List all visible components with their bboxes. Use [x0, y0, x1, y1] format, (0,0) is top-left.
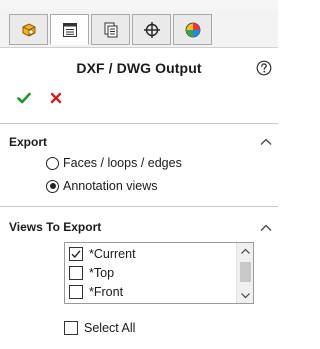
tab-configuration-manager[interactable]: [91, 14, 130, 45]
checkbox[interactable]: [69, 285, 83, 299]
list-item[interactable]: *Front: [69, 283, 123, 301]
display-manager-icon: [185, 22, 200, 37]
radio-annotation-views[interactable]: Annotation views: [46, 178, 158, 194]
radio-faces-loops-edges[interactable]: Faces / loops / edges: [46, 155, 182, 171]
configuration-manager-icon: [104, 22, 117, 37]
checkmark-icon: [71, 250, 81, 259]
dimxpert-manager-icon: [143, 21, 160, 38]
cancel-button[interactable]: [50, 92, 62, 104]
checkbox-checked[interactable]: [69, 247, 83, 261]
tab-feature-manager[interactable]: [9, 14, 48, 45]
property-manager-icon: [62, 22, 77, 37]
collapse-export-chevron-icon[interactable]: [260, 138, 272, 146]
feature-manager-icon: [22, 22, 35, 37]
tab-display-manager[interactable]: [173, 14, 212, 45]
select-all-label: Select All: [84, 321, 136, 335]
radio-button[interactable]: [46, 156, 59, 170]
collapse-views-chevron-icon[interactable]: [260, 224, 272, 232]
radio-label: Faces / loops / edges: [63, 156, 182, 170]
views-section-title: Views To Export: [9, 220, 102, 234]
tab-dimxpert-manager[interactable]: [132, 14, 171, 45]
divider-export: [0, 123, 278, 124]
checkbox[interactable]: [69, 266, 83, 280]
checkbox[interactable]: [64, 321, 78, 335]
scroll-down-arrow-icon[interactable]: [240, 291, 251, 300]
ok-button[interactable]: [17, 92, 31, 104]
tab-property-manager[interactable]: [50, 14, 89, 45]
radio-label: Annotation views: [63, 179, 158, 193]
view-label: *Top: [89, 266, 115, 280]
help-icon[interactable]: [256, 60, 272, 76]
view-label: *Current: [89, 247, 136, 261]
list-scrollbar[interactable]: [236, 243, 253, 303]
export-section-title: Export: [9, 135, 48, 149]
divider-views: [0, 206, 278, 207]
radio-button-selected[interactable]: [46, 179, 59, 193]
views-listbox[interactable]: *Current *Top *Front: [64, 242, 254, 304]
scroll-thumb[interactable]: [240, 262, 251, 282]
list-item[interactable]: *Current: [69, 245, 136, 263]
select-all-checkbox[interactable]: Select All: [64, 321, 135, 335]
panel-title: DXF / DWG Output: [76, 60, 202, 76]
scroll-up-arrow-icon[interactable]: [240, 247, 251, 256]
list-item[interactable]: *Top: [69, 264, 114, 282]
view-label: *Front: [89, 285, 124, 299]
manager-tab-bar: [0, 10, 278, 48]
